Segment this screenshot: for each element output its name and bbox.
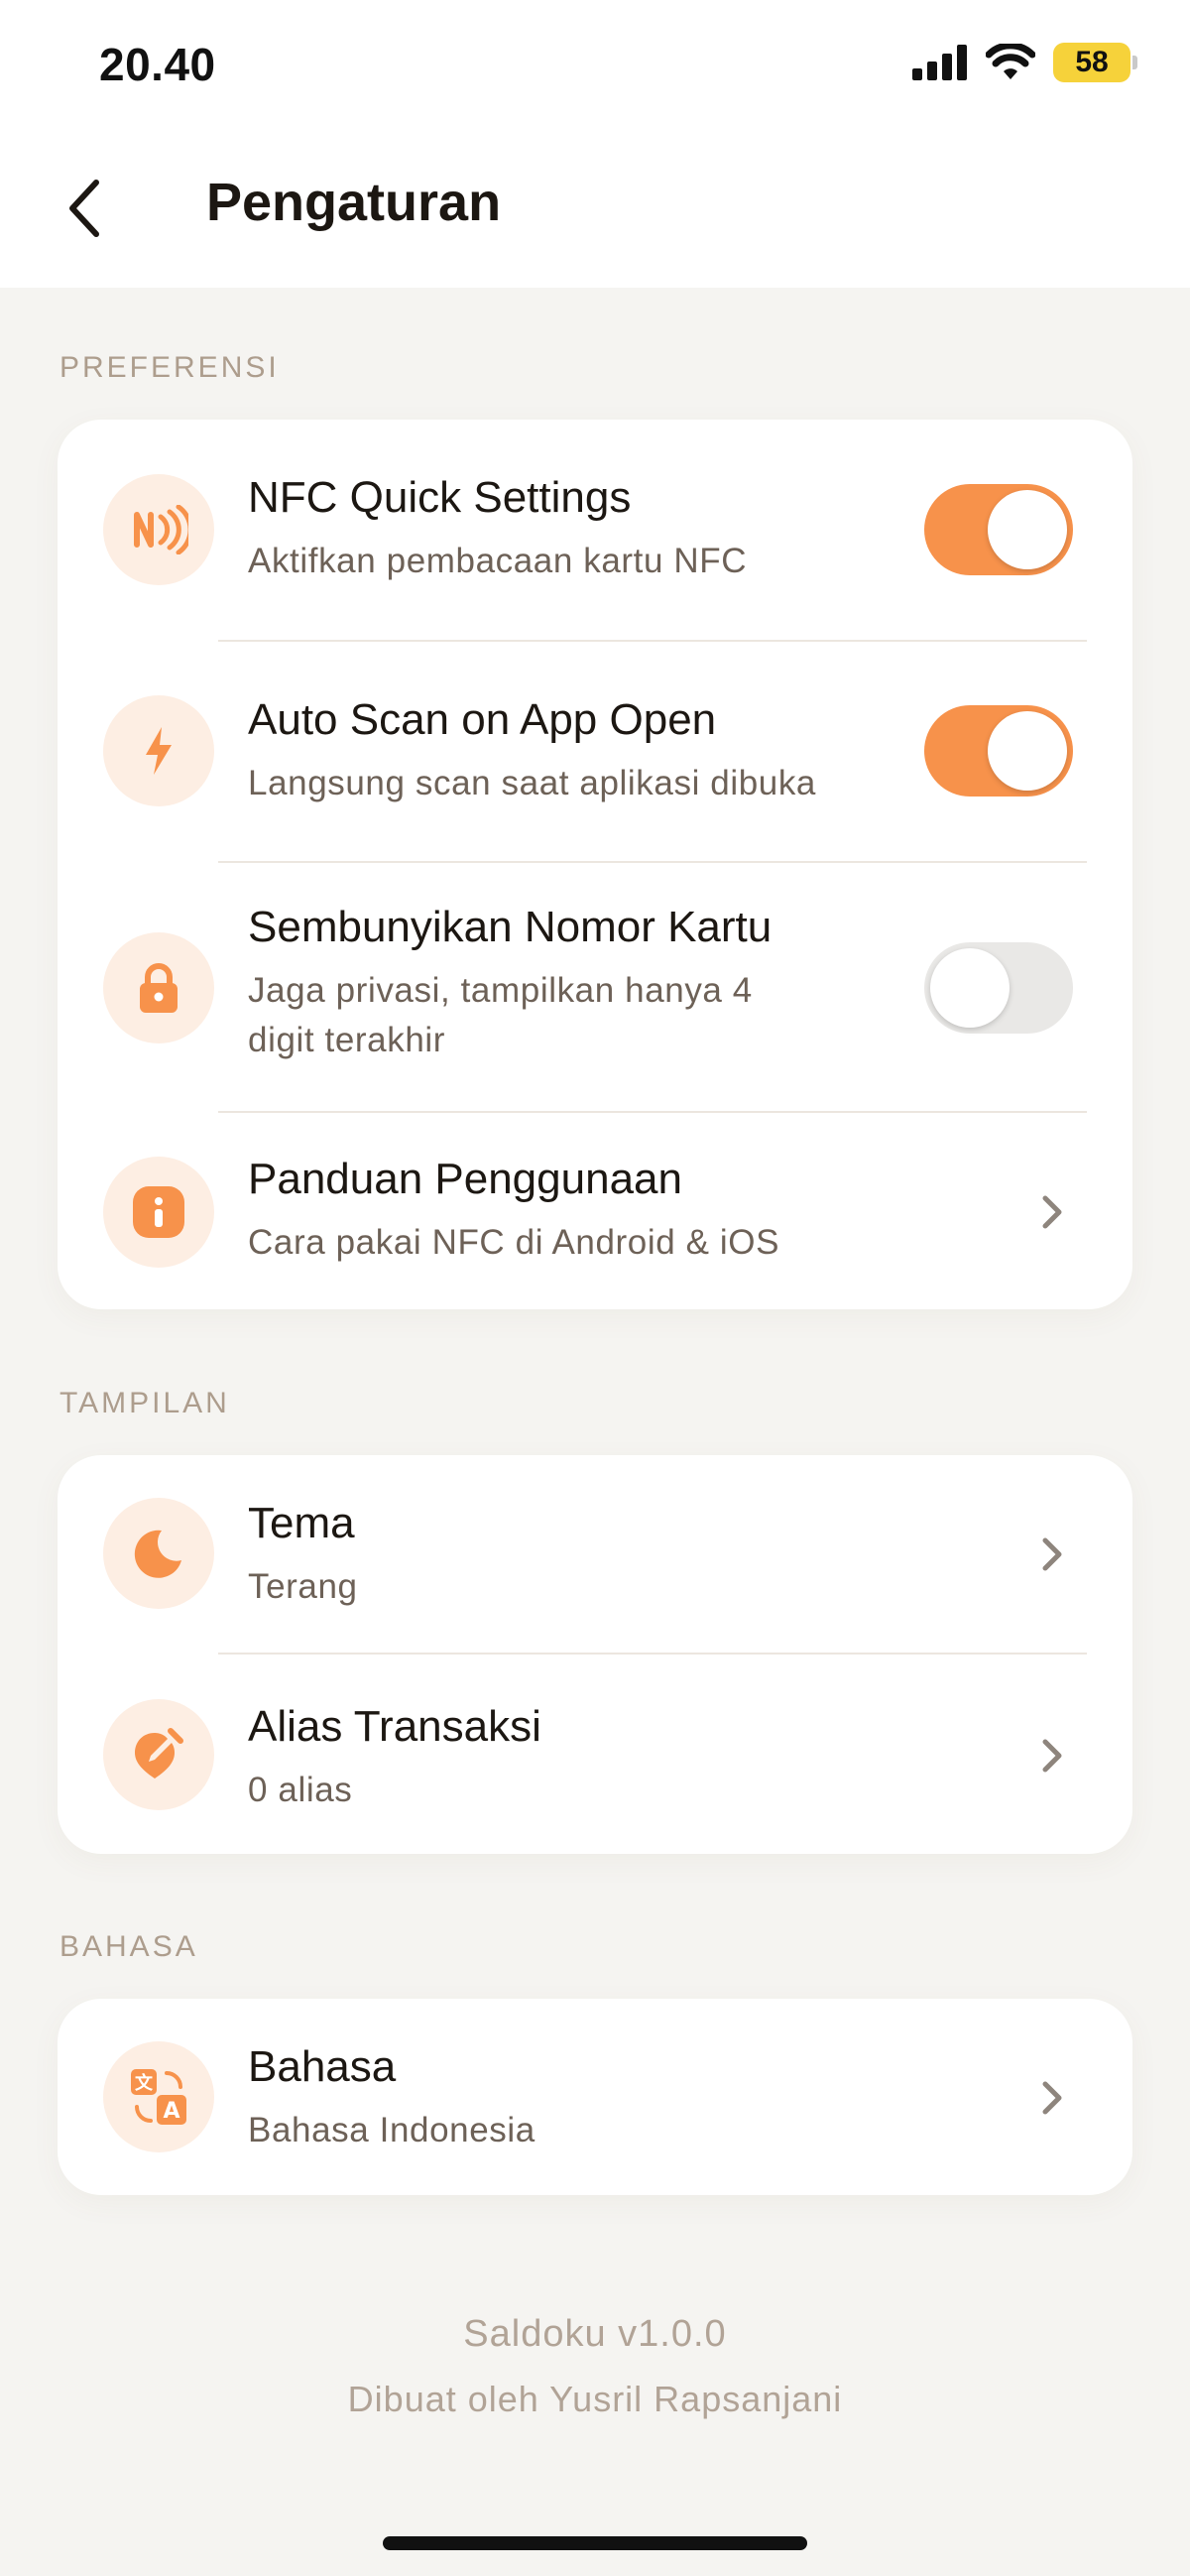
section-label-tampilan: TAMPILAN bbox=[60, 1387, 230, 1419]
setting-subtitle: Terang bbox=[248, 1567, 358, 1606]
edit-tag-icon bbox=[103, 1699, 214, 1810]
status-time: 20.40 bbox=[99, 39, 216, 90]
translate-icon: 文 A bbox=[103, 2041, 214, 2152]
setting-subtitle: Bahasa Indonesia bbox=[248, 2111, 536, 2149]
app-version: Saldoku v1.0.0 bbox=[463, 2313, 727, 2355]
toggle-knob bbox=[988, 711, 1067, 791]
setting-title: Alias Transaksi bbox=[248, 1702, 541, 1751]
toggle-knob bbox=[988, 490, 1067, 569]
setting-title: Auto Scan on App Open bbox=[248, 695, 717, 744]
setting-title: Tema bbox=[248, 1499, 355, 1547]
wifi-icon bbox=[986, 44, 1035, 79]
setting-title: Panduan Penggunaan bbox=[248, 1155, 682, 1203]
moon-icon bbox=[103, 1498, 214, 1609]
nfc-quick-settings-toggle[interactable] bbox=[924, 484, 1073, 575]
chevron-right-icon bbox=[1037, 1534, 1067, 1574]
setting-title: NFC Quick Settings bbox=[248, 473, 632, 522]
setting-subtitle-line1: Jaga privasi, tampilkan hanya 4 bbox=[248, 971, 753, 1010]
auto-scan-toggle[interactable] bbox=[924, 705, 1073, 797]
status-icons: 58 bbox=[912, 40, 1137, 85]
chevron-right-icon bbox=[1037, 1736, 1067, 1776]
setting-subtitle: Aktifkan pembacaan kartu NFC bbox=[248, 542, 748, 580]
svg-text:A: A bbox=[163, 2099, 179, 2124]
section-label-bahasa: BAHASA bbox=[60, 1930, 198, 1963]
setting-title: Bahasa bbox=[248, 2042, 397, 2091]
page-title: Pengaturan bbox=[206, 173, 502, 232]
lock-icon bbox=[103, 932, 214, 1043]
hide-card-number-toggle[interactable] bbox=[924, 942, 1073, 1034]
bolt-icon bbox=[103, 695, 214, 806]
preferensi-card: NFC Quick Settings Aktifkan pembacaan ka… bbox=[58, 420, 1132, 1309]
chevron-right-icon bbox=[1037, 2078, 1067, 2118]
setting-subtitle-line2: digit terakhir bbox=[248, 1021, 446, 1059]
setting-row-language[interactable]: 文 A Bahasa Bahasa Indonesia bbox=[58, 1999, 1132, 2195]
setting-title: Sembunyikan Nomor Kartu bbox=[248, 903, 773, 951]
toggle-knob bbox=[930, 948, 1010, 1028]
setting-row-nfc-quick-settings: NFC Quick Settings Aktifkan pembacaan ka… bbox=[58, 420, 1132, 641]
tampilan-card: Tema Terang Alias Transaksi 0 alias bbox=[58, 1455, 1132, 1854]
setting-row-theme[interactable]: Tema Terang bbox=[58, 1455, 1132, 1654]
nfc-icon bbox=[103, 474, 214, 585]
bahasa-card: 文 A Bahasa Bahasa Indonesia bbox=[58, 1999, 1132, 2195]
setting-row-hide-card-number: Sembunyikan Nomor Kartu Jaga privasi, ta… bbox=[58, 863, 1132, 1113]
setting-subtitle: Langsung scan saat aplikasi dibuka bbox=[248, 764, 816, 802]
battery-indicator: 58 bbox=[1053, 43, 1137, 82]
home-indicator[interactable] bbox=[383, 2536, 807, 2550]
setting-subtitle: Cara pakai NFC di Android & iOS bbox=[248, 1223, 780, 1262]
chevron-right-icon bbox=[1037, 1192, 1067, 1232]
cellular-signal-icon bbox=[912, 45, 967, 80]
setting-row-auto-scan: Auto Scan on App Open Langsung scan saat… bbox=[58, 642, 1132, 862]
setting-subtitle: 0 alias bbox=[248, 1771, 353, 1809]
section-label-preferensi: PREFERENSI bbox=[60, 351, 280, 384]
chevron-left-icon bbox=[69, 180, 99, 237]
top-bar: 20.40 58 Pengaturan bbox=[0, 0, 1190, 288]
info-icon bbox=[103, 1157, 214, 1268]
svg-text:文: 文 bbox=[135, 2072, 154, 2094]
setting-row-transaction-alias[interactable]: Alias Transaksi 0 alias bbox=[58, 1655, 1132, 1854]
battery-level: 58 bbox=[1075, 46, 1109, 78]
app-credit: Dibuat oleh Yusril Rapsanjani bbox=[347, 2379, 843, 2419]
setting-row-usage-guide[interactable]: Panduan Penggunaan Cara pakai NFC di And… bbox=[58, 1113, 1132, 1309]
back-button[interactable] bbox=[55, 174, 114, 243]
